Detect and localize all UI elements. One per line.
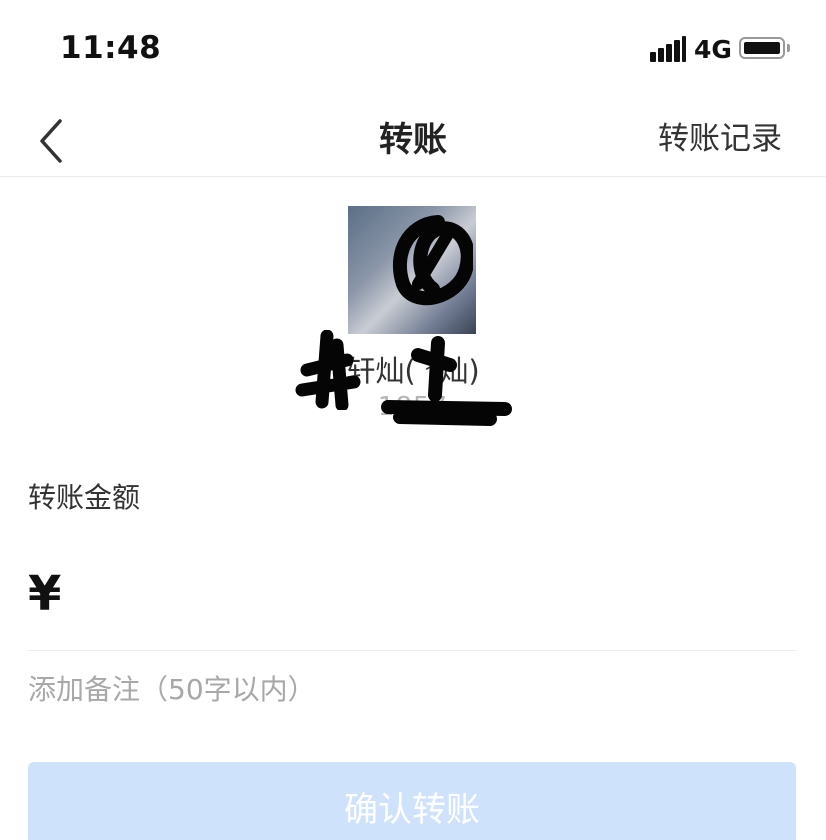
avatar-redaction: [392, 215, 473, 306]
divider: [28, 650, 796, 651]
add-remark-field[interactable]: 添加备注（50字以内）: [28, 668, 316, 708]
amount-label: 转账金额: [28, 481, 141, 514]
phone-redaction: [381, 336, 512, 426]
recipient-avatar: [348, 206, 476, 334]
battery-icon: [739, 37, 785, 59]
status-bar: 11:48 4G: [0, 0, 826, 96]
currency-symbol: ¥: [28, 566, 62, 622]
status-time: 11:48: [60, 30, 162, 66]
name-redaction: [295, 330, 361, 410]
transfer-screen: 11:48 4G 转账 转账记录 轩灿( *灿) 1857: [0, 0, 826, 840]
confirm-transfer-button[interactable]: 确认转账: [28, 762, 796, 840]
signal-icon: [650, 36, 686, 62]
battery-cap: [787, 44, 790, 52]
amount-input[interactable]: [80, 566, 784, 632]
transfer-history-link[interactable]: 转账记录: [658, 113, 782, 158]
nav-bar: 转账 转账记录: [0, 96, 826, 177]
network-type: 4G: [694, 35, 732, 64]
